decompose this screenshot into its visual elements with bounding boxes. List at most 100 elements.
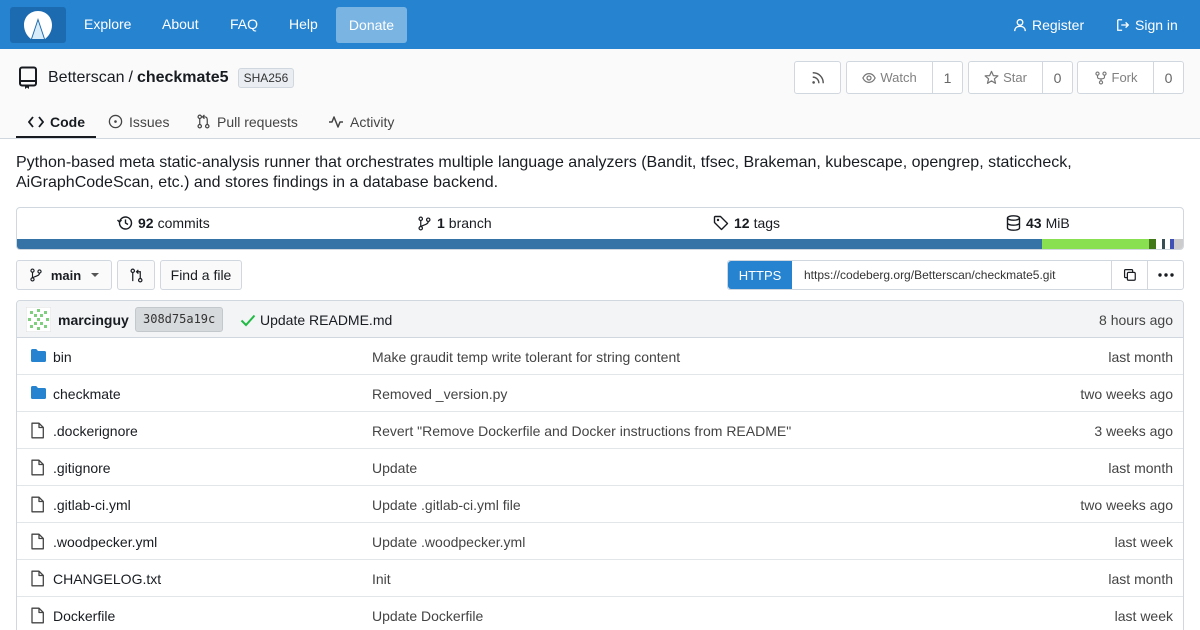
file-row: .gitlab-ci.yml Update .gitlab-ci.yml file… xyxy=(17,486,1183,523)
file-name-link[interactable]: CHANGELOG.txt xyxy=(53,571,161,587)
branch-selector-label: main xyxy=(50,267,82,283)
nav-about[interactable]: About xyxy=(162,0,199,49)
register-link[interactable]: Register xyxy=(1013,0,1084,49)
commit-sha-button[interactable]: 308d75a19c xyxy=(135,307,224,332)
top-navbar: Explore About FAQ Help Donate Register S… xyxy=(0,0,1200,49)
commit-author[interactable]: marcinguy xyxy=(58,312,129,328)
file-name-link[interactable]: .woodpecker.yml xyxy=(53,534,157,550)
file-row: Dockerfile Update Dockerfile last week xyxy=(17,597,1183,630)
commit-message-link[interactable]: Update README.md xyxy=(260,312,392,328)
file-commit-message-link[interactable]: Update .woodpecker.yml xyxy=(372,534,525,550)
file-commit-message-link[interactable]: Update Dockerfile xyxy=(372,608,483,624)
more-options-button[interactable] xyxy=(1148,261,1183,289)
donate-button[interactable]: Donate xyxy=(336,7,407,43)
language-segment[interactable] xyxy=(1041,239,1150,249)
latest-commit-message: Update README.md xyxy=(240,312,392,328)
compare-button[interactable] xyxy=(117,260,155,290)
file-name-link[interactable]: checkmate xyxy=(53,386,121,402)
file-commit-message-link[interactable]: Update .gitlab-ci.yml file xyxy=(372,497,521,513)
clone-protocol-https[interactable]: HTTPS xyxy=(728,261,792,289)
watch-label: Watch xyxy=(880,70,917,85)
tab-pull-requests-label: Pull requests xyxy=(217,113,298,130)
size-stat: 43 MiB xyxy=(1006,215,1070,231)
fork-count[interactable]: 0 xyxy=(1154,70,1183,86)
language-bar[interactable] xyxy=(17,239,1183,249)
sign-in-icon xyxy=(1117,18,1130,31)
tab-activity[interactable]: Activity xyxy=(328,105,394,138)
language-segment[interactable] xyxy=(1173,239,1183,249)
nav-help[interactable]: Help xyxy=(289,0,318,49)
branch-selector[interactable]: main xyxy=(16,260,112,290)
clone-panel: HTTPS https://codeberg.org/Betterscan/ch… xyxy=(727,260,1184,290)
nav-explore[interactable]: Explore xyxy=(84,0,131,49)
commits-stat[interactable]: 92 commits xyxy=(117,215,210,231)
sign-in-link[interactable]: Sign in xyxy=(1116,0,1178,49)
rss-icon xyxy=(811,71,824,84)
star-icon xyxy=(984,70,999,84)
tab-pull-requests[interactable]: Pull requests xyxy=(196,105,298,138)
latest-commit-row: marcinguy 308d75a19c Update README.md 8 … xyxy=(17,301,1183,338)
person-icon xyxy=(1014,18,1026,31)
database-icon xyxy=(1006,215,1021,231)
avatar[interactable] xyxy=(26,307,51,332)
tab-code[interactable]: Code xyxy=(28,105,85,138)
history-icon xyxy=(117,216,133,230)
file-commit-message-link[interactable]: Init xyxy=(372,571,391,587)
kebab-horizontal-icon xyxy=(1157,273,1174,277)
file-row: .gitignore Update last month xyxy=(17,449,1183,486)
file-name-link[interactable]: .gitlab-ci.yml xyxy=(53,497,131,513)
file-row: bin Make graudit temp write tolerant for … xyxy=(17,338,1183,375)
language-segment[interactable] xyxy=(17,239,1042,249)
file-name-link[interactable]: .dockerignore xyxy=(53,423,138,439)
folder-icon xyxy=(30,385,47,400)
check-icon xyxy=(240,314,256,327)
star-label: Star xyxy=(1003,70,1027,85)
pull-request-icon xyxy=(197,114,210,129)
file-icon xyxy=(30,459,45,476)
file-name-link[interactable]: Dockerfile xyxy=(53,608,115,624)
repo-icon xyxy=(19,66,37,89)
codeberg-logo[interactable] xyxy=(10,7,66,43)
file-commit-time: last month xyxy=(1108,349,1173,365)
find-file-button[interactable]: Find a file xyxy=(160,260,242,290)
star-count[interactable]: 0 xyxy=(1043,70,1072,86)
clone-url-input[interactable]: https://codeberg.org/Betterscan/checkmat… xyxy=(792,261,1112,289)
tab-code-label: Code xyxy=(50,113,85,130)
nav-faq[interactable]: FAQ xyxy=(230,0,258,49)
file-commit-message-link[interactable]: Revert "Remove Dockerfile and Docker ins… xyxy=(372,423,791,439)
repo-name-link[interactable]: checkmate5 xyxy=(137,69,229,87)
fork-label: Fork xyxy=(1111,70,1138,85)
repo-description: Python-based meta static-analysis runner… xyxy=(16,154,1072,191)
watch-button[interactable]: Watch 1 xyxy=(846,61,963,94)
pulse-icon xyxy=(329,115,343,128)
commits-count: 92 xyxy=(138,215,154,231)
file-commit-message-link[interactable]: Removed _version.py xyxy=(372,386,507,402)
tab-issues-label: Issues xyxy=(129,113,170,130)
file-commit-message-link[interactable]: Make graudit temp write tolerant for str… xyxy=(372,349,680,365)
file-name-link[interactable]: bin xyxy=(53,349,72,365)
codeberg-mountain-icon xyxy=(24,11,52,39)
folder-icon xyxy=(30,348,47,363)
branch-stat[interactable]: 1 branch xyxy=(417,215,492,231)
file-commit-time: last month xyxy=(1108,460,1173,476)
active-tab-indicator xyxy=(16,136,96,138)
file-commit-message-link[interactable]: Update xyxy=(372,460,417,476)
tab-issues[interactable]: Issues xyxy=(108,105,169,138)
tag-icon xyxy=(713,215,729,231)
file-name-link[interactable]: .gitignore xyxy=(53,460,111,476)
repo-owner-link[interactable]: Betterscan xyxy=(48,69,124,87)
tags-stat[interactable]: 12 tags xyxy=(713,215,780,231)
size-label: MiB xyxy=(1045,215,1070,231)
branch-icon xyxy=(418,216,431,230)
copy-icon xyxy=(1123,268,1136,281)
code-icon xyxy=(28,115,44,128)
watch-count[interactable]: 1 xyxy=(933,70,962,86)
language-segment[interactable] xyxy=(1149,239,1157,249)
rss-button[interactable] xyxy=(794,61,841,94)
star-button[interactable]: Star 0 xyxy=(968,61,1073,94)
fork-button[interactable]: Fork 0 xyxy=(1077,61,1184,94)
file-row: .woodpecker.yml Update .woodpecker.yml las… xyxy=(17,523,1183,560)
register-label: Register xyxy=(1032,16,1085,33)
branch-label: branch xyxy=(448,215,492,231)
copy-url-button[interactable] xyxy=(1112,261,1148,289)
